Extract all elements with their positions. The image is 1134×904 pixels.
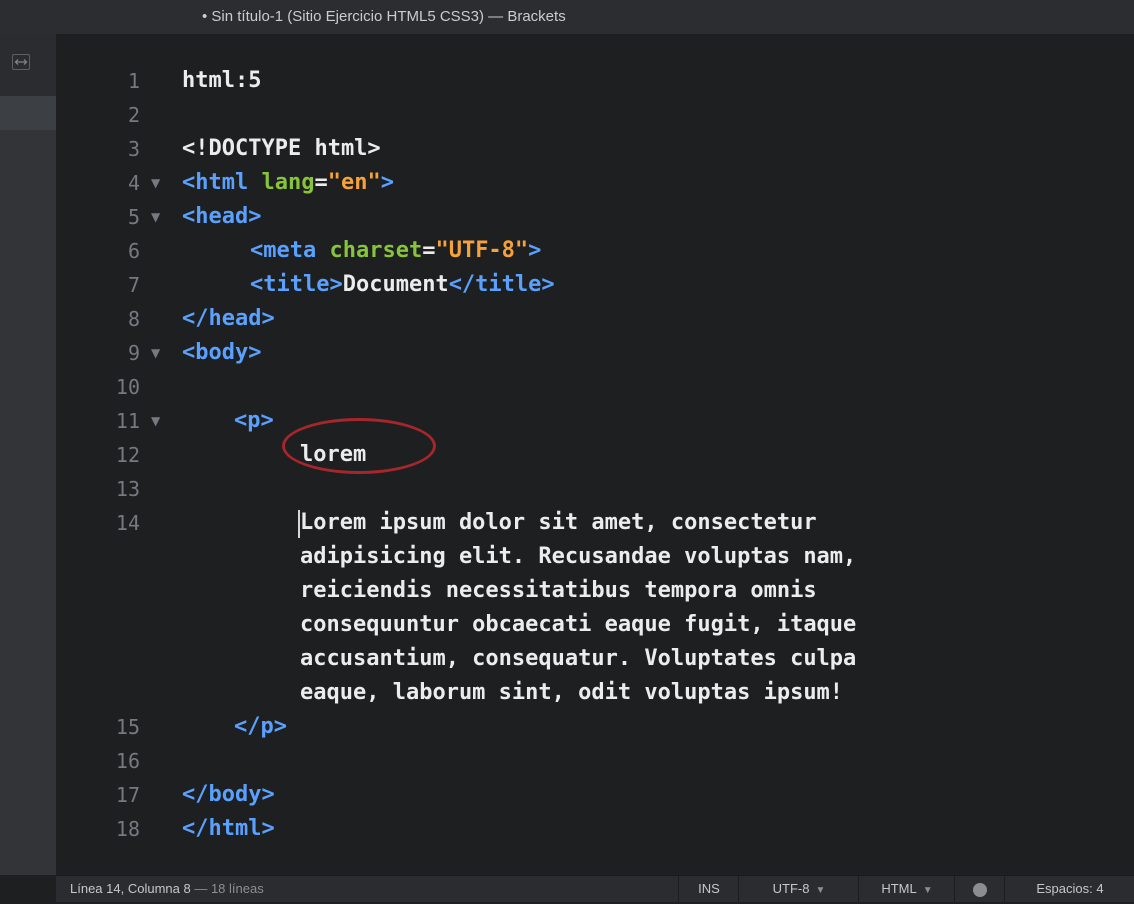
code-line-17: </body> (182, 782, 275, 807)
title-text: Document (342, 272, 449, 297)
charset-attribute: charset (329, 238, 423, 263)
line-count: 18 líneas (210, 881, 264, 896)
html-tag-open: <html (182, 170, 249, 195)
equals-sign: = (422, 238, 436, 263)
code-line-18: </html> (182, 816, 275, 841)
chevron-down-icon: ▼ (815, 885, 826, 896)
code-line-14-row-5: accusantium, consequatur. Voluptates cul… (300, 646, 857, 671)
line-number: 5 (127, 205, 140, 229)
code-line-8: </head> (182, 306, 275, 331)
line-number: 6 (127, 239, 140, 263)
line-number-gutter: 1 2 3 4 ▼ 5 ▼ 6 7 8 9 ▼ 10 11 ▼ 12 13 14… (56, 34, 176, 875)
indentation-setting[interactable]: Espacios: 4 (1004, 876, 1134, 902)
chevron-down-icon: ▼ (922, 885, 933, 896)
highlight-circle (282, 418, 436, 474)
lang-value: "en" (327, 170, 381, 195)
line-number: 18 (115, 817, 140, 841)
code-line-9: <body> (182, 340, 262, 365)
line-number: 13 (115, 477, 140, 501)
cursor-position-text: Línea 14, Columna 8 (70, 881, 191, 896)
line-number: 10 (115, 375, 140, 399)
indentation-label: Espacios: 4 (1036, 881, 1104, 896)
code-line-1: html:5 (182, 68, 262, 93)
code-line-14-row-2: adipisicing elit. Recusandae voluptas na… (300, 544, 857, 569)
line-number: 11 (115, 409, 140, 433)
code-line-14-row-6: eaque, laborum sint, odit voluptas ipsum… (300, 680, 844, 705)
linter-status[interactable] (954, 876, 1005, 902)
insert-mode-toggle[interactable]: INS (678, 876, 739, 902)
code-line-14-row-3: reiciendis necessitatibus tempora omnis (300, 578, 817, 603)
sidebar-active-row (0, 96, 56, 130)
language-dropdown[interactable]: HTML ▼ (858, 876, 955, 902)
code-line-3: <!DOCTYPE html> (182, 136, 381, 161)
meta-tag-open: <meta (250, 238, 317, 263)
fold-toggle-icon[interactable]: ▼ (151, 336, 160, 370)
code-line-4: <html lang="en"> (182, 166, 394, 200)
tag-close-bracket: > (528, 238, 542, 263)
line-number: 15 (115, 715, 140, 739)
line-number: 2 (127, 103, 140, 127)
encoding-label: UTF-8 (772, 881, 810, 896)
line-number: 9 (127, 341, 140, 365)
line-number: 14 (115, 511, 140, 535)
window-title: • Sin título-1 (Sitio Ejercicio HTML5 CS… (202, 8, 566, 25)
line-number: 16 (115, 749, 140, 773)
code-line-15: </p> (234, 714, 287, 739)
encoding-dropdown[interactable]: UTF-8 ▼ (738, 876, 859, 902)
linter-status-icon (973, 882, 987, 897)
line-number: 8 (127, 307, 140, 331)
fold-toggle-icon[interactable]: ▼ (151, 404, 160, 438)
code-line-5: <head> (182, 204, 262, 229)
title-tag-open: <title> (250, 272, 343, 297)
code-line-11: <p> (234, 408, 274, 433)
status-separator: — (190, 881, 211, 896)
status-bar: Línea 14, Columna 8 — 18 líneas INS UTF-… (56, 875, 1134, 902)
line-number: 12 (115, 443, 140, 467)
line-number: 1 (127, 69, 140, 93)
tag-close-bracket: > (380, 170, 394, 195)
sidebar-panel (0, 130, 56, 875)
line-number: 7 (127, 273, 140, 297)
fold-toggle-icon[interactable]: ▼ (151, 166, 160, 200)
title-bar: • Sin título-1 (Sitio Ejercicio HTML5 CS… (0, 0, 1134, 35)
code-line-14-row-1: Lorem ipsum dolor sit amet, consectetur (300, 510, 817, 535)
line-number: 4 (127, 171, 140, 195)
insert-mode-label: INS (698, 881, 720, 896)
language-label: HTML (881, 881, 917, 896)
fold-toggle-icon[interactable]: ▼ (151, 200, 160, 234)
code-line-14-row-4: consequuntur obcaecati eaque fugit, itaq… (300, 612, 857, 637)
code-line-6: <meta charset="UTF-8"> (250, 234, 541, 268)
cursor-position: Línea 14, Columna 8 — 18 líneas (70, 881, 264, 896)
line-number: 17 (115, 783, 140, 807)
sidebar-toggle-icon[interactable] (12, 54, 30, 70)
charset-value: "UTF-8" (435, 238, 529, 263)
line-number: 3 (127, 137, 140, 161)
code-editor[interactable]: 1 2 3 4 ▼ 5 ▼ 6 7 8 9 ▼ 10 11 ▼ 12 13 14… (56, 34, 1134, 875)
lang-attribute: lang (261, 170, 315, 195)
title-tag-close: </title> (448, 272, 555, 297)
code-line-7: <title>Document</title> (250, 268, 555, 302)
equals-sign: = (314, 170, 328, 195)
